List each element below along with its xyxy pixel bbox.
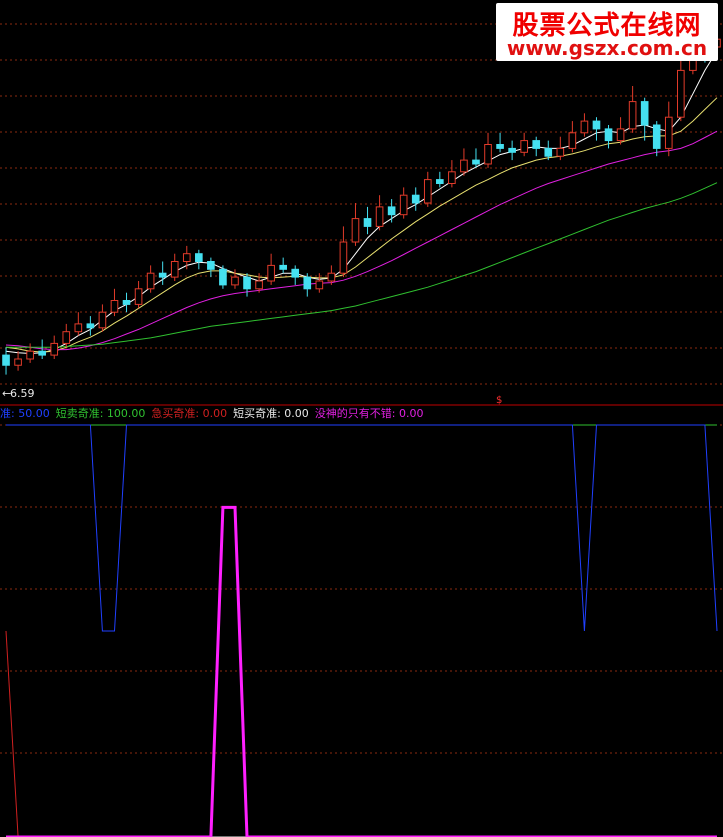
grid-layer [0, 23, 723, 754]
candle-body [2, 354, 10, 366]
candle-body [544, 147, 553, 157]
candle-body [664, 116, 673, 149]
candle-body [580, 120, 589, 134]
price-low-label: 6.59 [10, 387, 35, 400]
candle-body [86, 323, 95, 329]
watermark-url: www.gszx.com.cn [506, 36, 708, 60]
legend-item: 短卖奇准: 100.00 [55, 407, 146, 420]
candle-body [182, 253, 191, 262]
watermark-logo: 股票公式在线网 www.gszx.com.cn [496, 3, 718, 61]
candle-body [652, 124, 661, 149]
candle-body [484, 144, 492, 165]
candle-body [110, 300, 119, 313]
legend-item: 短买奇准: 0.00 [233, 407, 309, 420]
candle-body [423, 179, 432, 204]
candle-body [339, 241, 348, 274]
candle-body [568, 132, 577, 149]
candle-body [520, 140, 528, 153]
candle-body [351, 218, 360, 243]
indicator-line-1 [6, 424, 718, 632]
candle-body [291, 268, 300, 278]
candle-body [496, 144, 504, 149]
candle-body [592, 120, 601, 130]
candle-body [62, 331, 71, 344]
price-low-arrow: ← [2, 387, 11, 400]
indicator-line-3 [5, 630, 717, 837]
legend-item: 准: 50.00 [0, 407, 50, 420]
candle-body [616, 128, 625, 142]
ma-line-4 [6, 182, 718, 348]
candle-body [532, 140, 541, 149]
candle-body [38, 350, 46, 356]
signal-marker: $ [496, 395, 502, 406]
candle-body [50, 342, 59, 356]
candle-body [315, 280, 324, 290]
legend-item: 没神的只有不错: 0.00 [314, 407, 424, 420]
candle-body [436, 179, 444, 185]
candle-body [303, 276, 312, 290]
candle-body [231, 276, 239, 286]
candle-body [375, 206, 384, 227]
candle-body [556, 147, 565, 157]
candle-body [195, 253, 203, 262]
candle-body [640, 101, 649, 126]
candle-body [604, 128, 613, 142]
candle-body [207, 261, 215, 270]
candle-body [387, 206, 396, 216]
candle-body [628, 101, 637, 130]
indicator-legend: 准: 50.00 短卖奇准: 100.00 急买奇准: 0.00 短买奇准: 0.00… [0, 406, 430, 422]
candle-body [134, 288, 143, 305]
candle-body [508, 147, 516, 153]
candle-body [279, 264, 287, 270]
candle-body [363, 218, 372, 227]
candle-body [448, 171, 456, 185]
candle-body [74, 323, 83, 333]
candle-body [219, 268, 227, 286]
candle-body [146, 272, 155, 290]
candle-body [98, 311, 107, 329]
candle-body [267, 264, 275, 282]
candle-body [122, 300, 131, 305]
candle-body [460, 159, 468, 173]
legend-item: 急买奇准: 0.00 [151, 407, 228, 420]
candle-body [677, 69, 685, 118]
indicator-line-5 [6, 505, 717, 837]
indicator-layer [5, 424, 718, 837]
candle-body [399, 194, 408, 216]
candle-body [26, 350, 34, 360]
candle-body [411, 194, 420, 204]
candle-body [158, 272, 167, 278]
candle-body [170, 261, 179, 278]
candlestick-layer [2, 15, 721, 375]
candle-body [14, 358, 22, 366]
candle-body [255, 280, 263, 290]
candle-body [472, 159, 480, 165]
candle-body [243, 276, 251, 290]
candle-body [327, 272, 336, 282]
